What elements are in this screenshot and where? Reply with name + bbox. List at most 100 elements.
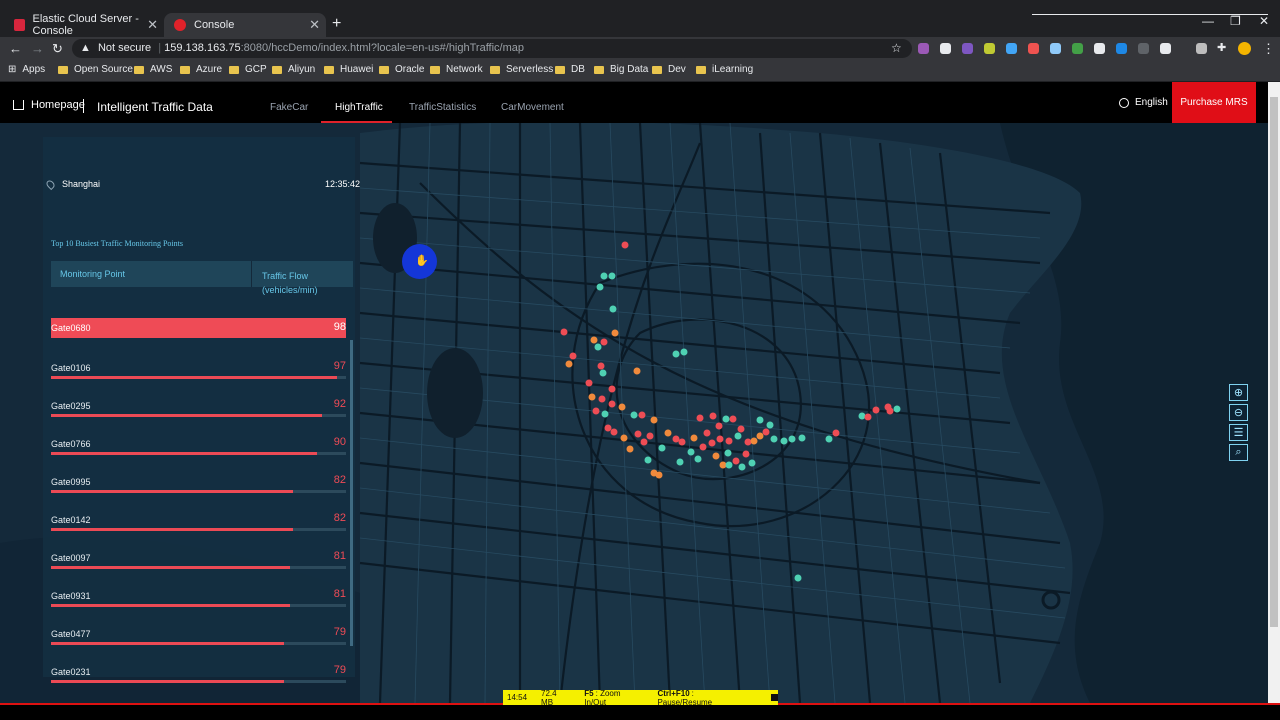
extension-icon[interactable]	[1006, 43, 1017, 54]
ranking-row[interactable]: Gate0995 82	[51, 472, 346, 510]
traffic-point-low[interactable]	[694, 455, 702, 463]
traffic-point-low[interactable]	[748, 459, 756, 467]
minimize-button[interactable]: —	[1202, 14, 1214, 28]
traffic-point-high[interactable]	[708, 439, 716, 447]
traffic-point-low[interactable]	[734, 432, 742, 440]
bookmark-folder[interactable]: DB	[555, 64, 585, 75]
traffic-point-low[interactable]	[644, 456, 652, 464]
traffic-point-high[interactable]	[742, 450, 750, 458]
traffic-point-medium[interactable]	[626, 445, 634, 453]
reload-button[interactable]: ↻	[52, 41, 63, 57]
map-search-button[interactable]: ⌕	[1229, 444, 1248, 461]
traffic-point-high[interactable]	[725, 437, 733, 445]
restore-button[interactable]: ❐	[1230, 14, 1241, 28]
ranking-row[interactable]: Gate0680 98	[51, 318, 346, 338]
ranking-row[interactable]: Gate0097 81	[51, 548, 346, 586]
traffic-point-high[interactable]	[608, 385, 616, 393]
traffic-point-low[interactable]	[798, 434, 806, 442]
traffic-point-low[interactable]	[756, 416, 764, 424]
close-tab-icon[interactable]: ✕	[147, 17, 158, 33]
traffic-point-low[interactable]	[594, 343, 602, 351]
traffic-point-medium[interactable]	[655, 471, 663, 479]
bookmark-folder[interactable]: Network	[430, 64, 483, 75]
traffic-point-low[interactable]	[722, 415, 730, 423]
extension-icon[interactable]	[1116, 43, 1127, 54]
traffic-point-low[interactable]	[672, 350, 680, 358]
extension-icon[interactable]	[984, 43, 995, 54]
traffic-point-high[interactable]	[886, 407, 894, 415]
traffic-point-high[interactable]	[585, 379, 593, 387]
traffic-point-low[interactable]	[766, 421, 774, 429]
bookmark-folder[interactable]: AWS	[134, 64, 172, 75]
traffic-point-high[interactable]	[696, 414, 704, 422]
traffic-point-low[interactable]	[893, 405, 901, 413]
traffic-point-low[interactable]	[794, 574, 802, 582]
traffic-point-low[interactable]	[680, 348, 688, 356]
browser-menu-icon[interactable]: ⋮	[1262, 41, 1275, 57]
forward-button[interactable]: →	[31, 41, 44, 56]
extension-icon[interactable]	[1028, 43, 1039, 54]
nav-tab-trafficstatistics[interactable]: TrafficStatistics	[409, 102, 476, 113]
bookmark-folder[interactable]: Big Data	[594, 64, 648, 75]
traffic-point-high[interactable]	[608, 400, 616, 408]
traffic-point-high[interactable]	[699, 443, 707, 451]
extension-icon[interactable]	[1196, 43, 1207, 54]
traffic-point-medium[interactable]	[611, 329, 619, 337]
traffic-point-high[interactable]	[592, 407, 600, 415]
traffic-point-low[interactable]	[858, 412, 866, 420]
traffic-point-medium[interactable]	[633, 367, 641, 375]
traffic-point-medium[interactable]	[590, 336, 598, 344]
traffic-point-high[interactable]	[716, 435, 724, 443]
traffic-point-low[interactable]	[601, 410, 609, 418]
traffic-point-low[interactable]	[770, 435, 778, 443]
back-button[interactable]: ←	[9, 41, 22, 56]
traffic-point-low[interactable]	[738, 463, 746, 471]
page-scroll-thumb[interactable]	[1270, 97, 1278, 627]
language-selector[interactable]: English	[1119, 97, 1168, 108]
traffic-point-high[interactable]	[762, 428, 770, 436]
zoom-out-button[interactable]: ⊖	[1229, 404, 1248, 421]
traffic-point-high[interactable]	[732, 457, 740, 465]
bookmark-folder[interactable]: Aliyun	[272, 64, 315, 75]
bookmark-star-icon[interactable]: ☆	[891, 41, 902, 55]
traffic-point-medium[interactable]	[664, 429, 672, 437]
traffic-point-high[interactable]	[703, 429, 711, 437]
stop-recording-button[interactable]	[771, 694, 778, 701]
traffic-point-low[interactable]	[600, 272, 608, 280]
traffic-point-high[interactable]	[610, 428, 618, 436]
traffic-point-high[interactable]	[744, 438, 752, 446]
traffic-point-high[interactable]	[832, 429, 840, 437]
extension-icon[interactable]	[1050, 43, 1061, 54]
bookmark-folder[interactable]: Oracle	[379, 64, 424, 75]
traffic-point-medium[interactable]	[650, 416, 658, 424]
layer-list-button[interactable]: ☰	[1229, 424, 1248, 441]
bookmark-folder[interactable]: Huawei	[324, 64, 373, 75]
extension-icon[interactable]	[1094, 43, 1105, 54]
traffic-point-high[interactable]	[709, 412, 717, 420]
nav-tab-carmovement[interactable]: CarMovement	[501, 102, 564, 113]
traffic-point-high[interactable]	[598, 395, 606, 403]
traffic-point-high[interactable]	[569, 352, 577, 360]
traffic-point-low[interactable]	[658, 444, 666, 452]
bookmark-apps[interactable]: ⊞ Apps	[8, 64, 45, 75]
ranking-row[interactable]: Gate0766 90	[51, 434, 346, 472]
traffic-point-medium[interactable]	[756, 432, 764, 440]
homepage-link[interactable]: Homepage	[13, 99, 85, 111]
new-tab-button[interactable]: +	[332, 15, 341, 33]
ranking-row[interactable]: Gate0295 92	[51, 396, 346, 434]
extension-icon[interactable]	[1072, 43, 1083, 54]
traffic-point-high[interactable]	[640, 438, 648, 446]
nav-tab-hightraffic[interactable]: HighTraffic	[335, 102, 383, 113]
traffic-point-high[interactable]	[638, 411, 646, 419]
close-tab-icon[interactable]: ✕	[309, 17, 320, 33]
traffic-point-low[interactable]	[676, 458, 684, 466]
close-window-button[interactable]: ✕	[1259, 14, 1269, 28]
traffic-point-high[interactable]	[864, 413, 872, 421]
traffic-point-high[interactable]	[872, 406, 880, 414]
extensions-puzzle-icon[interactable]: ✚	[1217, 41, 1226, 54]
traffic-point-medium[interactable]	[565, 360, 573, 368]
traffic-point-medium[interactable]	[712, 452, 720, 460]
traffic-point-low[interactable]	[687, 448, 695, 456]
traffic-point-high[interactable]	[715, 422, 723, 430]
tab-console[interactable]: Console ✕	[164, 13, 326, 37]
